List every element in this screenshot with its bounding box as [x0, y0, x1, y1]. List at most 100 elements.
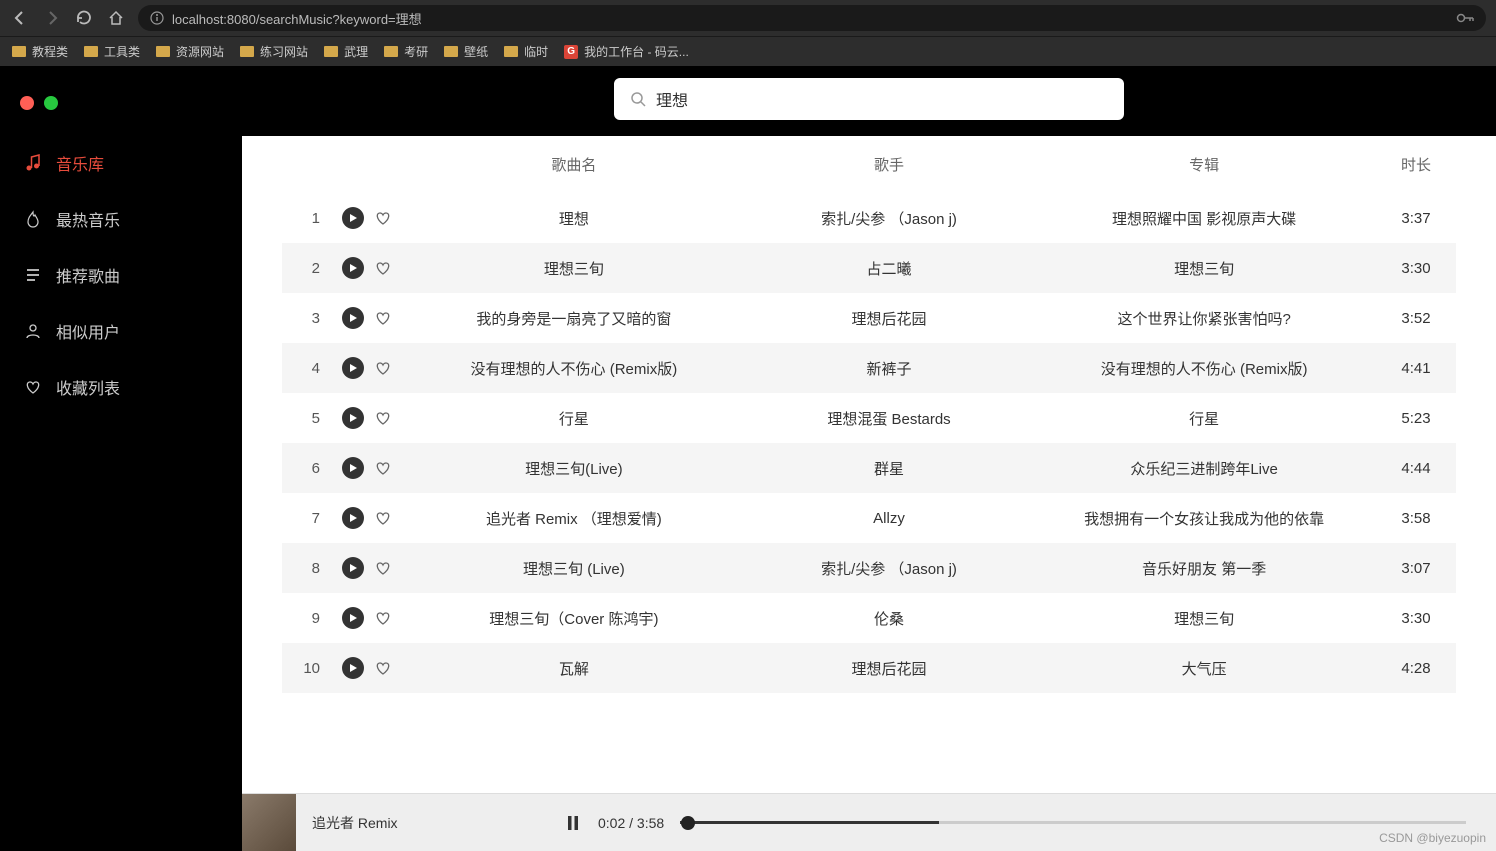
play-button[interactable] — [342, 407, 364, 429]
bookmark-item[interactable]: 教程类 — [12, 43, 68, 60]
bookmark-item[interactable]: G我的工作台 - 码云... — [564, 43, 689, 60]
table-row[interactable]: 8 理想三旬 (Live) 索扎/尖参 （Jason j) 音乐好朋友 第一季 … — [282, 543, 1456, 593]
progress-bar[interactable] — [680, 821, 1466, 824]
search-wrap — [242, 66, 1496, 136]
album-art[interactable] — [242, 794, 296, 851]
sidebar-item-label: 推荐歌曲 — [56, 263, 120, 287]
favorite-button[interactable] — [374, 209, 392, 227]
song-album: 大气压 — [1032, 658, 1376, 679]
play-button[interactable] — [342, 207, 364, 229]
song-artist: 索扎/尖参 （Jason j) — [746, 208, 1032, 229]
header-artist: 歌手 — [746, 154, 1032, 175]
table-row[interactable]: 5 行星 理想混蛋 Bestards 行星 5:23 — [282, 393, 1456, 443]
sidebar-item-label: 音乐库 — [56, 151, 104, 175]
search-input[interactable] — [656, 90, 1108, 108]
reload-button[interactable] — [74, 8, 94, 28]
play-button[interactable] — [342, 607, 364, 629]
url-bar[interactable]: localhost:8080/searchMusic?keyword=理想 — [138, 5, 1486, 31]
time-display: 0:02 / 3:58 — [598, 815, 664, 831]
bookmark-item[interactable]: 考研 — [384, 43, 428, 60]
favorite-button[interactable] — [374, 409, 392, 427]
row-index: 5 — [282, 410, 332, 427]
favorite-button[interactable] — [374, 359, 392, 377]
table-row[interactable]: 4 没有理想的人不伤心 (Remix版) 新裤子 没有理想的人不伤心 (Remi… — [282, 343, 1456, 393]
maximize-window-button[interactable] — [44, 96, 58, 110]
sidebar: 音乐库 最热音乐 推荐歌曲 相似用户 收藏列表 — [0, 66, 242, 851]
sidebar-item-music-library[interactable]: 音乐库 — [0, 135, 242, 191]
play-button[interactable] — [342, 507, 364, 529]
home-button[interactable] — [106, 8, 126, 28]
song-artist: 理想混蛋 Bestards — [746, 408, 1032, 429]
bookmark-label: 考研 — [404, 43, 428, 60]
bookmark-item[interactable]: 壁纸 — [444, 43, 488, 60]
song-table: 歌曲名 歌手 专辑 时长 1 理想 索扎/尖参 （Jason j) 理想照耀中国… — [282, 136, 1456, 693]
watermark: CSDN @biyezuopin — [1379, 831, 1486, 845]
back-button[interactable] — [10, 8, 30, 28]
bookmarks-bar: 教程类 工具类 资源网站 练习网站 武理 考研 壁纸 临时 G我的工作台 - 码… — [0, 36, 1496, 66]
player-bar: 追光者 Remix 0:02 / 3:58 — [242, 793, 1496, 851]
sidebar-item-label: 相似用户 — [56, 319, 120, 343]
song-album: 众乐纪三进制跨年Live — [1032, 458, 1376, 479]
song-duration: 4:41 — [1376, 360, 1456, 377]
table-row[interactable]: 6 理想三旬(Live) 群星 众乐纪三进制跨年Live 4:44 — [282, 443, 1456, 493]
play-button[interactable] — [342, 457, 364, 479]
sidebar-item-favorites[interactable]: 收藏列表 — [0, 359, 242, 415]
sidebar-item-recommend[interactable]: 推荐歌曲 — [0, 247, 242, 303]
bookmark-label: 资源网站 — [176, 43, 224, 60]
row-index: 6 — [282, 460, 332, 477]
folder-icon — [84, 46, 98, 57]
favorite-button[interactable] — [374, 509, 392, 527]
sidebar-item-label: 最热音乐 — [56, 207, 120, 231]
favorite-button[interactable] — [374, 309, 392, 327]
pause-button[interactable] — [564, 814, 582, 832]
table-row[interactable]: 9 理想三旬（Cover 陈鸿宇) 伦桑 理想三旬 3:30 — [282, 593, 1456, 643]
table-row[interactable]: 10 瓦解 理想后花园 大气压 4:28 — [282, 643, 1456, 693]
song-album: 音乐好朋友 第一季 — [1032, 558, 1376, 579]
now-playing-title: 追光者 Remix — [312, 813, 452, 833]
play-button[interactable] — [342, 307, 364, 329]
song-artist: 理想后花园 — [746, 658, 1032, 679]
progress-handle[interactable] — [681, 816, 695, 830]
table-row[interactable]: 1 理想 索扎/尖参 （Jason j) 理想照耀中国 影视原声大碟 3:37 — [282, 193, 1456, 243]
music-icon — [24, 154, 42, 172]
app-container: 音乐库 最热音乐 推荐歌曲 相似用户 收藏列表 — [0, 66, 1496, 851]
content-area[interactable]: 歌曲名 歌手 专辑 时长 1 理想 索扎/尖参 （Jason j) 理想照耀中国… — [242, 136, 1496, 851]
progress-fill — [680, 821, 939, 824]
bookmark-item[interactable]: 临时 — [504, 43, 548, 60]
user-icon — [24, 322, 42, 340]
bookmark-item[interactable]: 工具类 — [84, 43, 140, 60]
bookmark-item[interactable]: 武理 — [324, 43, 368, 60]
folder-icon — [504, 46, 518, 57]
play-button[interactable] — [342, 357, 364, 379]
sidebar-item-hot-music[interactable]: 最热音乐 — [0, 191, 242, 247]
song-artist: Allzy — [746, 510, 1032, 527]
list-icon — [24, 266, 42, 284]
play-button[interactable] — [342, 557, 364, 579]
table-row[interactable]: 3 我的身旁是一扇亮了又暗的窗 理想后花园 这个世界让你紧张害怕吗? 3:52 — [282, 293, 1456, 343]
song-album: 行星 — [1032, 408, 1376, 429]
bookmark-item[interactable]: 练习网站 — [240, 43, 308, 60]
forward-button[interactable] — [42, 8, 62, 28]
table-row[interactable]: 2 理想三旬 占二曦 理想三旬 3:30 — [282, 243, 1456, 293]
table-row[interactable]: 7 追光者 Remix （理想爱情) Allzy 我想拥有一个女孩让我成为他的依… — [282, 493, 1456, 543]
folder-icon — [324, 46, 338, 57]
gitee-icon: G — [564, 45, 578, 59]
song-artist: 索扎/尖参 （Jason j) — [746, 558, 1032, 579]
play-button[interactable] — [342, 257, 364, 279]
bookmark-item[interactable]: 资源网站 — [156, 43, 224, 60]
favorite-button[interactable] — [374, 559, 392, 577]
song-artist: 群星 — [746, 458, 1032, 479]
fire-icon — [24, 210, 42, 228]
favorite-button[interactable] — [374, 659, 392, 677]
song-name: 理想三旬 (Live) — [402, 558, 746, 579]
favorite-button[interactable] — [374, 259, 392, 277]
close-window-button[interactable] — [20, 96, 34, 110]
favorite-button[interactable] — [374, 609, 392, 627]
row-index: 4 — [282, 360, 332, 377]
favorite-button[interactable] — [374, 459, 392, 477]
play-button[interactable] — [342, 657, 364, 679]
bookmark-label: 临时 — [524, 43, 548, 60]
key-icon[interactable] — [1456, 13, 1474, 23]
main-content: 歌曲名 歌手 专辑 时长 1 理想 索扎/尖参 （Jason j) 理想照耀中国… — [242, 66, 1496, 851]
sidebar-item-similar-users[interactable]: 相似用户 — [0, 303, 242, 359]
